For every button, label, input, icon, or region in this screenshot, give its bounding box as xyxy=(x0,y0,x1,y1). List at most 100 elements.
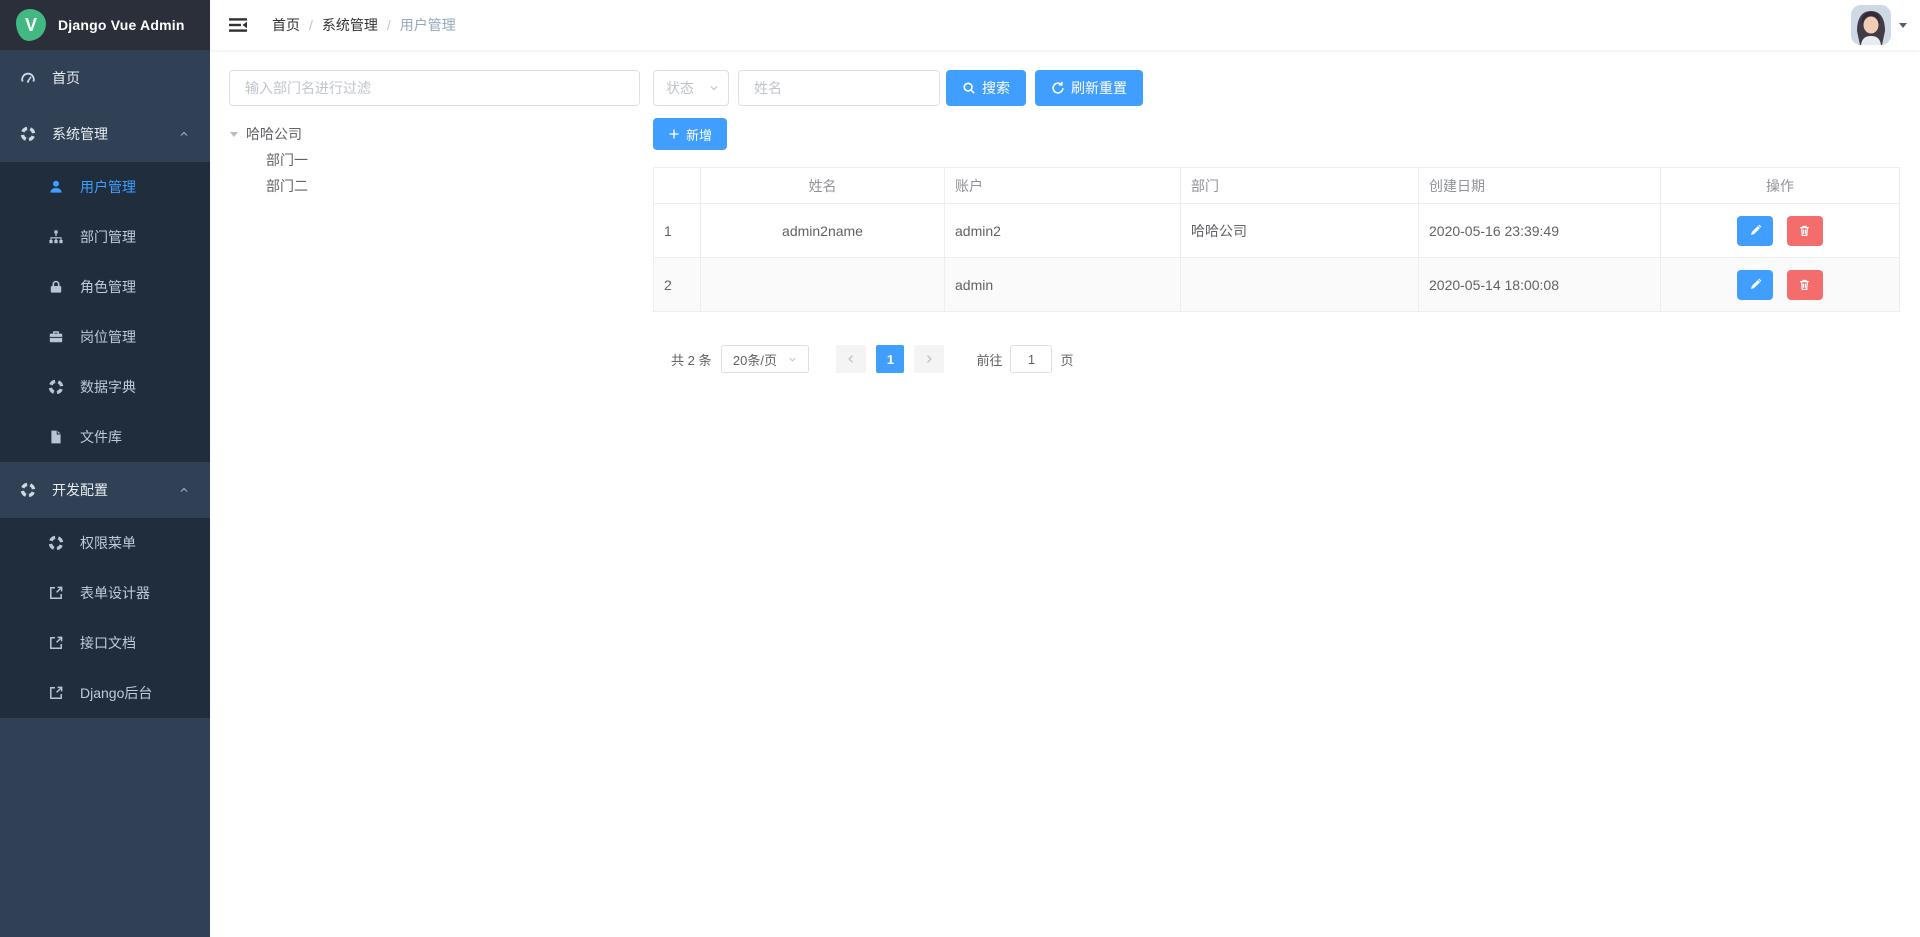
tree-node-label: 哈哈公司 xyxy=(246,124,302,144)
sidebar: V Django Vue Admin 首页 系统管理 用户管 xyxy=(0,0,210,937)
component-icon xyxy=(48,379,64,395)
add-button-label: 新增 xyxy=(686,125,712,144)
next-page-button[interactable] xyxy=(914,345,944,373)
main-area: 首页 / 系统管理 / 用户管理 xyxy=(210,0,1920,937)
external-link-icon xyxy=(48,685,64,701)
briefcase-icon xyxy=(48,329,64,345)
sidebar-item-permission-menu[interactable]: 权限菜单 xyxy=(0,518,210,568)
sidebar-item-label: 文件库 xyxy=(80,427,122,447)
sidebar-item-label: 岗位管理 xyxy=(80,327,136,347)
table-header-row: 姓名 账户 部门 创建日期 操作 xyxy=(654,168,1900,204)
department-filter-input[interactable] xyxy=(229,70,640,106)
tree-node-child[interactable]: 部门一 xyxy=(229,147,640,173)
hamburger-icon[interactable] xyxy=(218,15,258,35)
external-link-icon xyxy=(48,635,64,651)
sidebar-item-api-docs[interactable]: 接口文档 xyxy=(0,618,210,668)
org-tree-icon xyxy=(48,229,64,245)
cell-dept xyxy=(1181,258,1419,312)
column-header-account: 账户 xyxy=(945,168,1181,204)
delete-button[interactable] xyxy=(1787,270,1823,300)
sidebar-group-label: 开发配置 xyxy=(52,480,108,500)
refresh-reset-button-label: 刷新重置 xyxy=(1071,78,1127,98)
column-header-dept: 部门 xyxy=(1181,168,1419,204)
sidebar-item-label: 首页 xyxy=(52,68,80,88)
name-filter-input[interactable] xyxy=(738,70,940,106)
tree-node-label: 部门二 xyxy=(266,176,308,196)
sidebar-item-django-admin[interactable]: Django后台 xyxy=(0,668,210,718)
sidebar-item-label: 部门管理 xyxy=(80,227,136,247)
tree-node-child[interactable]: 部门二 xyxy=(229,173,640,199)
user-icon xyxy=(48,179,64,195)
sidebar-item-departments[interactable]: 部门管理 xyxy=(0,212,210,262)
column-header-name: 姓名 xyxy=(701,168,945,204)
column-header-actions: 操作 xyxy=(1661,168,1900,204)
chevron-right-icon xyxy=(923,353,935,365)
sidebar-item-label: Django后台 xyxy=(80,683,152,703)
refresh-reset-button[interactable]: 刷新重置 xyxy=(1035,70,1143,106)
users-table: 姓名 账户 部门 创建日期 操作 1 admin2name admin2 哈哈公… xyxy=(653,167,1900,312)
sidebar-item-roles[interactable]: 角色管理 xyxy=(0,262,210,312)
tree-node-label: 部门一 xyxy=(266,150,308,170)
page-content: 哈哈公司 部门一 部门二 状态 xyxy=(210,50,1920,937)
breadcrumb-separator: / xyxy=(309,17,313,33)
chevron-up-icon xyxy=(178,128,190,140)
breadcrumb: 首页 / 系统管理 / 用户管理 xyxy=(272,15,456,35)
department-tree: 哈哈公司 部门一 部门二 xyxy=(229,121,640,199)
goto-prefix-label: 前往 xyxy=(976,350,1002,369)
cell-index: 1 xyxy=(654,204,701,258)
submenu-dev: 权限菜单 表单设计器 接口文档 Django后 xyxy=(0,518,210,718)
logo-icon: V xyxy=(16,9,46,41)
trash-icon xyxy=(1798,224,1811,237)
edit-button[interactable] xyxy=(1737,216,1773,246)
page-size-value: 20条/页 xyxy=(733,350,777,369)
sidebar-item-dictionary[interactable]: 数据字典 xyxy=(0,362,210,412)
document-icon xyxy=(48,429,64,445)
edit-button[interactable] xyxy=(1737,270,1773,300)
table-row: 2 admin 2020-05-14 18:00:08 xyxy=(654,258,1900,312)
table-row: 1 admin2name admin2 哈哈公司 2020-05-16 23:3… xyxy=(654,204,1900,258)
app-logo[interactable]: V Django Vue Admin xyxy=(0,0,210,50)
sidebar-item-posts[interactable]: 岗位管理 xyxy=(0,312,210,362)
lock-icon xyxy=(48,279,64,295)
goto-suffix-label: 页 xyxy=(1060,350,1073,369)
cell-name xyxy=(701,258,945,312)
sidebar-item-form-designer[interactable]: 表单设计器 xyxy=(0,568,210,618)
status-select[interactable]: 状态 xyxy=(653,70,729,106)
cell-actions xyxy=(1661,204,1900,258)
search-icon xyxy=(962,81,976,95)
add-button[interactable]: 新增 xyxy=(653,118,727,150)
pagination: 共 2 条 20条/页 1 xyxy=(653,345,1899,373)
sidebar-group-system[interactable]: 系统管理 xyxy=(0,106,210,162)
edit-icon xyxy=(1749,278,1762,291)
page-size-select[interactable]: 20条/页 xyxy=(721,345,809,373)
refresh-icon xyxy=(1051,81,1065,95)
column-header-created: 创建日期 xyxy=(1419,168,1661,204)
cell-dept: 哈哈公司 xyxy=(1181,204,1419,258)
avatar[interactable] xyxy=(1851,5,1891,45)
prev-page-button[interactable] xyxy=(836,345,866,373)
user-menu[interactable] xyxy=(1851,5,1908,45)
delete-button[interactable] xyxy=(1787,216,1823,246)
sidebar-item-label: 角色管理 xyxy=(80,277,136,297)
cell-account: admin2 xyxy=(945,204,1181,258)
sidebar-item-users[interactable]: 用户管理 xyxy=(0,162,210,212)
page-number-active[interactable]: 1 xyxy=(876,345,904,373)
trash-icon xyxy=(1798,278,1811,291)
goto-page: 前往 页 xyxy=(976,345,1073,373)
tree-node-root[interactable]: 哈哈公司 xyxy=(229,121,640,147)
cell-created: 2020-05-14 18:00:08 xyxy=(1419,258,1661,312)
caret-down-icon xyxy=(1898,20,1908,30)
chevron-down-icon xyxy=(787,354,798,365)
breadcrumb-system[interactable]: 系统管理 xyxy=(322,15,378,35)
sidebar-item-label: 表单设计器 xyxy=(80,583,150,603)
status-select-placeholder: 状态 xyxy=(666,78,694,98)
caret-down-icon[interactable] xyxy=(229,129,239,139)
filter-row: 状态 搜索 xyxy=(653,70,1899,106)
breadcrumb-home[interactable]: 首页 xyxy=(272,15,300,35)
sidebar-group-dev[interactable]: 开发配置 xyxy=(0,462,210,518)
goto-page-input[interactable] xyxy=(1010,345,1052,373)
sidebar-item-files[interactable]: 文件库 xyxy=(0,412,210,462)
cell-actions xyxy=(1661,258,1900,312)
search-button[interactable]: 搜索 xyxy=(946,70,1026,106)
sidebar-item-home[interactable]: 首页 xyxy=(0,50,210,106)
